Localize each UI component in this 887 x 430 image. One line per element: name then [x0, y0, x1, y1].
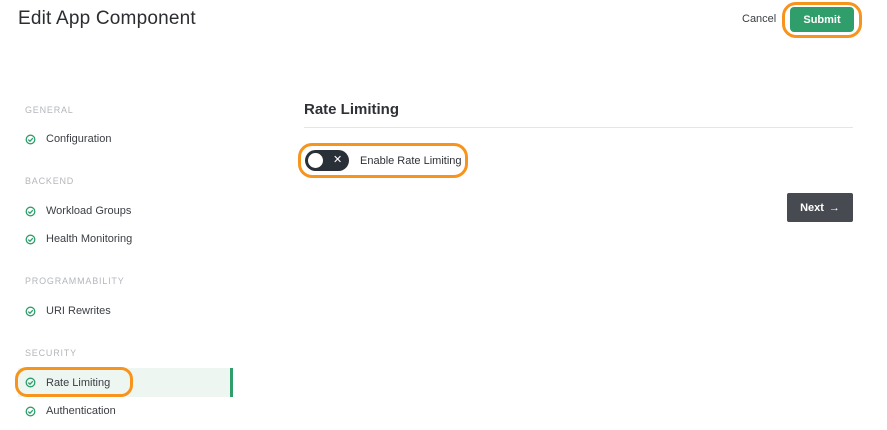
section-label-backend: BACKEND: [25, 176, 75, 186]
sidebar-item-rate-limiting[interactable]: Rate Limiting: [18, 368, 233, 397]
toggle-label: Enable Rate Limiting: [360, 155, 462, 167]
sidebar-item-configuration[interactable]: Configuration: [18, 126, 233, 152]
sidebar-item-uri-rewrites[interactable]: URI Rewrites: [18, 298, 233, 324]
submit-button[interactable]: Submit: [790, 7, 854, 32]
sidebar-item-authentication[interactable]: Authentication: [18, 398, 233, 424]
sidebar-item-label: Rate Limiting: [46, 376, 111, 389]
cancel-button[interactable]: Cancel: [742, 13, 776, 25]
sidebar-item-label: Configuration: [46, 133, 112, 145]
edit-app-component-page: Edit App Component Cancel Submit GENERAL…: [0, 0, 887, 430]
next-button[interactable]: Next →: [787, 193, 853, 222]
section-label-security: SECURITY: [25, 348, 77, 358]
next-label: Next: [800, 201, 824, 214]
sidebar-item-health-monitoring[interactable]: Health Monitoring: [18, 226, 233, 252]
sidebar-item-label: Workload Groups: [46, 205, 132, 217]
check-circle-icon: [25, 134, 36, 145]
section-label-programmability: PROGRAMMABILITY: [25, 276, 125, 286]
section-title: Rate Limiting: [304, 101, 400, 118]
arrow-right-icon: →: [828, 201, 840, 214]
sidebar-item-label: Authentication: [46, 405, 116, 417]
check-circle-icon: [25, 206, 36, 217]
check-circle-icon: [25, 406, 36, 417]
check-circle-icon: [25, 377, 36, 388]
check-circle-icon: [25, 306, 36, 317]
check-circle-icon: [25, 234, 36, 245]
section-divider: [304, 127, 853, 128]
sidebar-nav: GENERAL Configuration BACKEND Workload G…: [0, 0, 240, 430]
sidebar-item-workload-groups[interactable]: Workload Groups: [18, 198, 233, 224]
x-icon: ✕: [333, 154, 343, 166]
sidebar-item-label: Health Monitoring: [46, 233, 133, 245]
toggle-knob: [308, 153, 323, 168]
section-label-general: GENERAL: [25, 105, 74, 115]
rate-limiting-toggle[interactable]: ✕: [305, 150, 349, 171]
sidebar-item-label: URI Rewrites: [46, 305, 111, 317]
